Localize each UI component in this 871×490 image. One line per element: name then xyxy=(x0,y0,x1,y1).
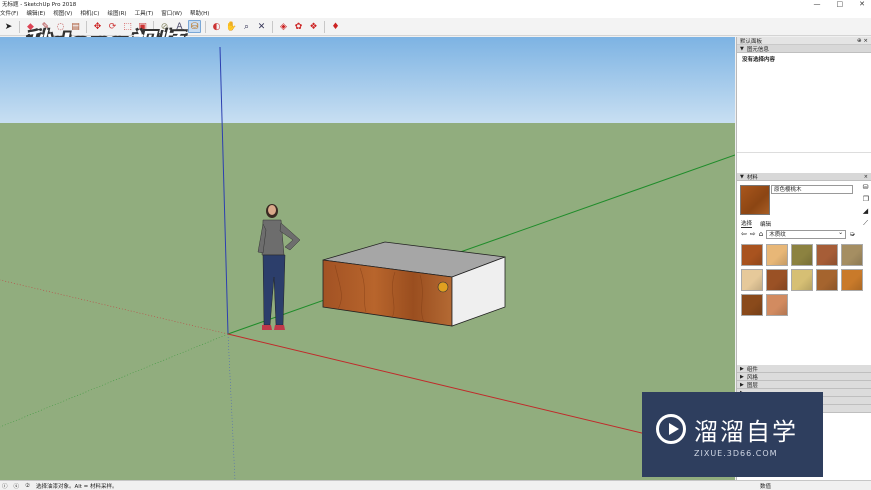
menu-file[interactable]: 文件(F) xyxy=(0,9,18,17)
back-icon[interactable]: ⇦ xyxy=(741,230,747,238)
menu-help[interactable]: 帮助(H) xyxy=(190,9,209,17)
menu-tools[interactable]: 工具(T) xyxy=(135,9,154,17)
entity-info-header[interactable]: ▼ 图元信息 xyxy=(737,45,871,53)
play-logo-icon xyxy=(656,414,686,444)
toolbar-separator xyxy=(272,20,273,33)
scene xyxy=(0,37,735,480)
material-name-field[interactable]: 原色樱桃木 xyxy=(771,185,853,194)
library-row: ⇦ ⇨ ⌂ 木质纹 ➭ xyxy=(737,228,871,240)
current-material-swatch xyxy=(740,185,770,215)
status-hint: 选择油漆对象。Alt = 材料采样。 xyxy=(35,483,118,490)
close-icon[interactable]: × xyxy=(864,174,868,180)
expand-arrow-icon: ▶ xyxy=(740,373,744,380)
components-title: 组件 xyxy=(746,366,758,373)
close-button[interactable]: ✕ xyxy=(859,0,865,8)
info-icon[interactable]: ⓘ xyxy=(2,482,8,490)
material-swatch[interactable] xyxy=(816,244,838,266)
entity-info-body: 没有选择内容 xyxy=(737,53,871,153)
model-viewport[interactable] xyxy=(0,37,735,480)
maximize-button[interactable]: □ xyxy=(837,0,844,8)
material-side-icons: ⛁ ❐ ◢ xyxy=(863,183,869,215)
menu-bar: 文件(F) 编辑(E) 视图(V) 相机(C) 绘图(R) 工具(T) 窗口(W… xyxy=(0,8,871,18)
home-icon[interactable]: ⌂ xyxy=(759,230,763,238)
material-swatch[interactable] xyxy=(791,269,813,291)
material-swatch[interactable] xyxy=(841,269,863,291)
select-icon[interactable]: ➤ xyxy=(2,20,15,33)
watermark-url: ZIXUE.3D66.COM xyxy=(694,448,778,458)
display-secondary-icon[interactable]: ❐ xyxy=(863,195,869,203)
materials-header[interactable]: ▼ 材料 × xyxy=(737,173,871,181)
material-swatch[interactable] xyxy=(741,269,763,291)
library-dropdown[interactable]: 木质纹 xyxy=(766,229,847,239)
layers-title: 图层 xyxy=(746,382,758,389)
paint-bucket-icon[interactable]: ⛁ xyxy=(188,20,201,33)
layers-header[interactable]: ▶ 图层 xyxy=(737,381,871,389)
tab-select[interactable]: 选择 xyxy=(741,219,753,228)
material-swatch[interactable] xyxy=(841,244,863,266)
material-swatch[interactable] xyxy=(741,244,763,266)
create-material-icon[interactable]: ⛁ xyxy=(863,183,869,191)
tab-edit[interactable]: 编辑 xyxy=(760,220,771,228)
material-swatch[interactable] xyxy=(791,244,813,266)
warehouse-icon[interactable]: ◈ xyxy=(277,20,290,33)
details-icon[interactable]: ➭ xyxy=(849,230,855,238)
material-swatch[interactable] xyxy=(816,269,838,291)
toolbar-separator xyxy=(19,20,20,33)
collapse-arrow-icon: ▼ xyxy=(740,173,744,180)
watermark-title: 溜溜自学 xyxy=(694,417,798,446)
status-bar: ⓘ ⓢ ② 选择油漆对象。Alt = 材料采样。 数值 xyxy=(0,480,871,490)
toolbar-separator xyxy=(205,20,206,33)
entity-info-message: 没有选择内容 xyxy=(742,57,776,63)
menu-camera[interactable]: 相机(C) xyxy=(80,9,99,17)
materials-title: 材料 xyxy=(746,174,758,181)
entity-info-title: 图元信息 xyxy=(746,46,769,53)
help-icon[interactable]: ② xyxy=(25,483,30,489)
tray-title: 默认面板 xyxy=(740,38,763,45)
material-preview-area: 原色樱桃木 ⛁ ❐ ◢ xyxy=(737,181,871,219)
sky xyxy=(0,37,735,123)
material-swatch[interactable] xyxy=(766,294,788,316)
sample-paint-icon[interactable]: ⟋ xyxy=(863,219,868,228)
minimize-button[interactable]: — xyxy=(814,0,821,8)
material-swatch-grid xyxy=(737,240,871,320)
layout-icon[interactable]: ❖ xyxy=(307,20,320,33)
zoom-extents-icon[interactable]: ✕ xyxy=(255,20,268,33)
watermark-badge: 溜溜自学 ZIXUE.3D66.COM xyxy=(642,392,823,477)
expand-arrow-icon: ▶ xyxy=(740,365,744,372)
menu-draw[interactable]: 绘图(R) xyxy=(107,9,126,17)
forward-icon[interactable]: ⇨ xyxy=(750,230,756,238)
geo-icon[interactable]: ⓢ xyxy=(14,482,20,490)
measurements-label: 数值 xyxy=(760,483,772,490)
material-swatch[interactable] xyxy=(741,294,763,316)
material-swatch[interactable] xyxy=(766,269,788,291)
menu-edit[interactable]: 编辑(E) xyxy=(26,9,45,17)
toolbar-separator xyxy=(324,20,325,33)
paint-bucket-cursor xyxy=(437,281,449,293)
menu-view[interactable]: 视图(V) xyxy=(53,9,72,17)
material-swatch[interactable] xyxy=(766,244,788,266)
title-bar: 无标题 - SketchUp Pro 2018 — □ ✕ xyxy=(0,0,871,8)
expand-arrow-icon: ▶ xyxy=(740,381,744,388)
orbit-icon[interactable]: ◐ xyxy=(210,20,223,33)
zoom-icon[interactable]: ⌕ xyxy=(240,20,253,33)
styles-title: 风格 xyxy=(746,374,758,381)
pin-icon[interactable]: ⊕ × xyxy=(857,38,868,44)
default-material-icon[interactable]: ◢ xyxy=(863,207,869,215)
pan-icon[interactable]: ✋ xyxy=(225,20,238,33)
material-tabs: 选择 编辑 ⟋ xyxy=(737,219,871,228)
menu-window[interactable]: 窗口(W) xyxy=(161,9,182,17)
ruby-icon[interactable]: ♦ xyxy=(329,20,342,33)
collapse-arrow-icon: ▼ xyxy=(740,45,744,52)
extension-icon[interactable]: ✿ xyxy=(292,20,305,33)
window-title: 无标题 - SketchUp Pro 2018 xyxy=(2,2,77,8)
